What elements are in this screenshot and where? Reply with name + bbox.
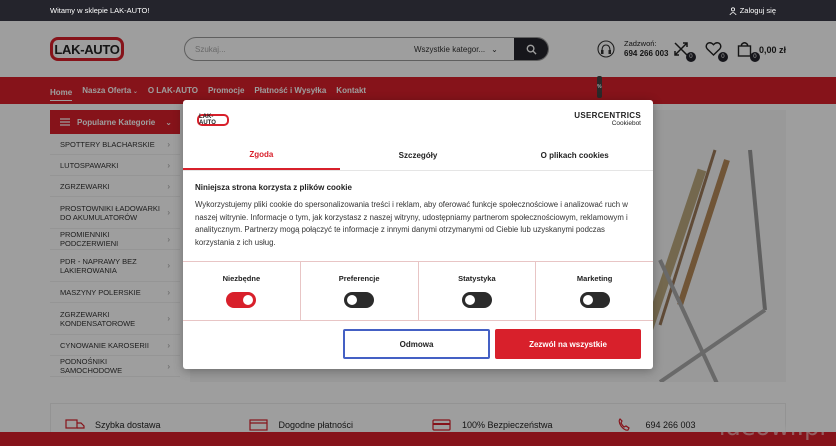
top-bar: Witamy w sklepie LAK-AUTO! Zaloguj się (0, 0, 836, 21)
marketing-switch[interactable] (579, 292, 610, 308)
toggle-preferences: Preferencje (301, 262, 419, 320)
cookie-logo: LAK-AUTO (197, 114, 229, 126)
welcome-text: Witamy w sklepie LAK-AUTO! (50, 6, 150, 15)
user-icon (729, 6, 737, 15)
cookie-title: Niniejsza strona korzysta z plików cooki… (195, 183, 352, 192)
cookie-dialog: LAK-AUTO USERCENTRICS Cookiebot Zgoda Sz… (183, 100, 653, 369)
accept-all-button[interactable]: Zezwól na wszystkie (495, 329, 641, 359)
cookie-tabs: Zgoda Szczegóły O plikach cookies (183, 140, 653, 171)
toggle-necessary: Niezbędne (183, 262, 301, 320)
cookie-body: Niniejsza strona korzysta z plików cooki… (183, 171, 653, 261)
statistics-switch[interactable] (461, 292, 492, 308)
deny-button[interactable]: Odmowa (343, 329, 490, 359)
cookie-toggles: Niezbędne Preferencje Statystyka Marketi… (183, 261, 653, 321)
toggle-statistics: Statystyka (419, 262, 537, 320)
tab-about-cookies[interactable]: O plikach cookies (496, 140, 653, 170)
tab-consent[interactable]: Zgoda (183, 140, 340, 170)
necessary-switch[interactable] (226, 292, 257, 308)
cookie-buttons: Odmowa Zezwól na wszystkie (183, 321, 653, 359)
toggle-marketing: Marketing (536, 262, 653, 320)
preferences-switch[interactable] (344, 292, 375, 308)
login-link[interactable]: Zaloguj się (729, 6, 776, 15)
cookie-text: Wykorzystujemy pliki cookie do spersonal… (195, 200, 628, 247)
cookie-dialog-header: LAK-AUTO USERCENTRICS Cookiebot (183, 100, 653, 140)
tab-details[interactable]: Szczegóły (340, 140, 497, 170)
usercentrics-logo[interactable]: USERCENTRICS Cookiebot (574, 112, 641, 128)
